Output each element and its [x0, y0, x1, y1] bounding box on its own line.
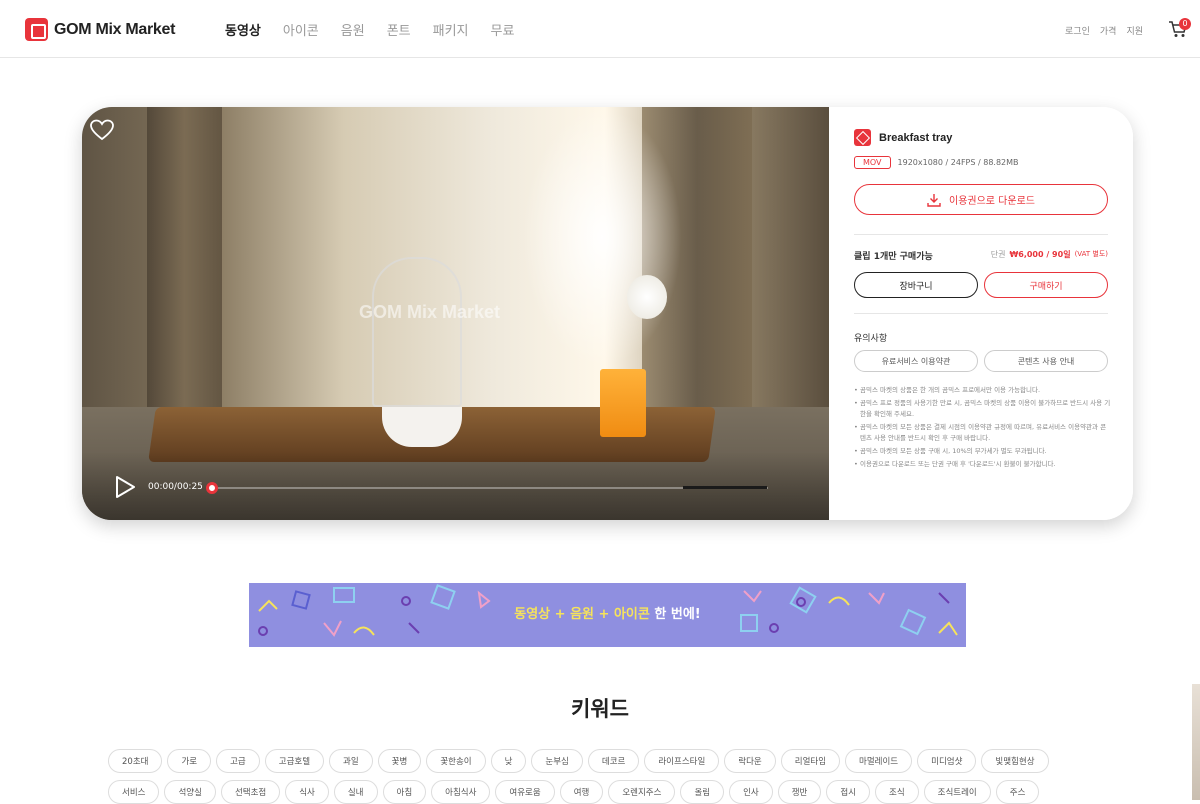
product-specs: 1920x1080 / 24FPS / 88.82MB	[897, 158, 1019, 167]
keyword-tag[interactable]: 고급호텔	[264, 749, 325, 773]
support-link[interactable]: 지원	[1126, 24, 1143, 37]
download-icon	[927, 193, 941, 207]
product-card: GOM Mix Market 00:00/00:25 Breakfast tra…	[82, 107, 1133, 520]
keyword-tag[interactable]: 락다운	[724, 749, 776, 773]
nav-item-font[interactable]: 폰트	[387, 20, 411, 39]
keyword-tag[interactable]: 꽃한송이	[426, 749, 486, 773]
keyword-tag[interactable]: 빛맺힘현상	[981, 749, 1049, 773]
keyword-tag[interactable]: 석양실	[164, 780, 216, 804]
video-watermark: GOM Mix Market	[359, 302, 501, 322]
notice-item: 이용권으로 다운로드 또는 단권 구매 후 '다운로드'시 환불이 불가합니다.	[854, 459, 1112, 470]
keyword-tag[interactable]: 식사	[285, 780, 329, 804]
keyword-tag[interactable]: 아침식사	[431, 780, 491, 804]
notice-item: 곰믹스 마켓의 모든 상품 구매 시, 10%의 부가세가 별도 부과됩니다.	[854, 446, 1112, 457]
divider	[854, 234, 1108, 235]
product-title-row: Breakfast tray	[854, 129, 952, 146]
keywords-title: 키워드	[571, 697, 629, 721]
video-frame-cake-stand	[372, 257, 462, 407]
pricing-link[interactable]: 가격	[1100, 24, 1117, 37]
add-to-cart-button[interactable]: 장바구니	[854, 272, 978, 298]
keyword-tag[interactable]: 실내	[333, 780, 378, 804]
keyword-tag[interactable]: 여유로움	[495, 780, 555, 804]
logo[interactable]: GOM Mix Market	[25, 18, 175, 41]
keyword-tag[interactable]: 아침	[382, 780, 427, 804]
logo-text: GOM Mix Market	[54, 20, 176, 38]
price-row: 단권 ₩6,000 / 90일 (VAT 별도)	[991, 249, 1108, 260]
product-info-panel: Breakfast tray MOV 1920x1080 / 24FPS / 8…	[829, 107, 1133, 520]
vat-note: (VAT 별도)	[1074, 250, 1108, 258]
volume-slider[interactable]	[683, 486, 767, 489]
login-link[interactable]: 로그인	[1065, 24, 1090, 37]
keyword-tag[interactable]: 인사	[729, 780, 773, 804]
keyword-tag[interactable]: 접시	[826, 780, 871, 804]
nav-item-music[interactable]: 음원	[341, 20, 365, 39]
notice-title: 유의사항	[854, 334, 888, 344]
keyword-tag[interactable]: 눈부심	[531, 749, 583, 773]
notice-list: 곰믹스 마켓의 상품은 한 개의 곰믹스 프로에서만 이용 가능합니다. 곰믹스…	[854, 385, 1112, 472]
keyword-tag[interactable]: 미디엄샷	[917, 749, 977, 773]
keyword-tag[interactable]: 마멀레이드	[845, 749, 913, 773]
clip-purchase-label: 클립 1개만 구매가능	[854, 252, 933, 262]
play-icon[interactable]	[114, 475, 136, 499]
price-value: ₩6,000 / 90일	[1009, 250, 1071, 259]
promo-banner-rest: 한 번에!	[649, 607, 701, 622]
video-frame-juice	[600, 369, 646, 437]
diamond-icon	[854, 129, 871, 146]
playback-time: 00:00/00:25	[148, 482, 203, 492]
nav-item-video[interactable]: 동영상	[225, 20, 261, 39]
keyword-tag[interactable]: 고급	[216, 749, 260, 773]
main-nav: 동영상 아이콘 음원 폰트 패키지 무료	[225, 20, 514, 39]
download-with-pass-button[interactable]: 이용권으로 다운로드	[854, 184, 1108, 215]
price-prefix: 단권	[990, 250, 1006, 259]
nav-item-free[interactable]: 무료	[491, 20, 515, 39]
paid-service-terms-button[interactable]: 유료서비스 이용약관	[854, 350, 978, 372]
notice-item: 곰믹스 마켓의 모든 상품은 결제 시점의 이용약관 규정에 따르며, 유료서비…	[854, 422, 1112, 444]
keyword-tag[interactable]: 주스	[995, 780, 1040, 804]
promo-banner-text: 동영상 + 음원 + 아이콘 한 번에!	[249, 583, 966, 647]
keyword-tag[interactable]: 여행	[559, 780, 604, 804]
keyword-tag[interactable]: 20초대	[108, 749, 163, 773]
keyword-tag[interactable]: 데코르	[587, 749, 640, 773]
favorite-heart-icon[interactable]	[90, 119, 114, 141]
keyword-tag[interactable]: 과일	[329, 749, 373, 773]
keyword-tag[interactable]: 가로	[167, 749, 212, 773]
notice-item: 곰믹스 마켓의 상품은 한 개의 곰믹스 프로에서만 이용 가능합니다.	[854, 385, 1112, 396]
video-player[interactable]: GOM Mix Market 00:00/00:25	[82, 107, 829, 520]
keyword-tag[interactable]: 라이프스타일	[644, 749, 720, 773]
product-meta: MOV 1920x1080 / 24FPS / 88.82MB	[854, 156, 1019, 169]
utility-links: 로그인 가격 지원	[1065, 24, 1143, 37]
next-item-thumbnail[interactable]	[1192, 684, 1200, 800]
format-badge: MOV	[854, 156, 891, 169]
keyword-tag[interactable]: 조식	[875, 780, 919, 804]
progress-handle[interactable]	[206, 482, 218, 494]
keyword-tag[interactable]: 꽃병	[377, 749, 422, 773]
video-frame-curtain-left	[147, 107, 222, 407]
keyword-tags: 20초대 가로 고급 고급호텔 과일 꽃병 꽃한송이 낮 눈부심 데코르 라이프스타일 락다운 리얼타임…	[108, 749, 1098, 804]
product-title: Breakfast tray	[879, 131, 953, 144]
divider	[854, 313, 1108, 314]
keyword-tag[interactable]: 리얼타임	[780, 749, 841, 773]
nav-item-package[interactable]: 패키지	[433, 20, 469, 39]
keyword-tag[interactable]: 오렌지주스	[608, 780, 676, 804]
logo-icon	[25, 18, 48, 41]
promo-banner-highlight: 동영상 + 음원 + 아이콘	[514, 607, 650, 622]
buy-button[interactable]: 구매하기	[984, 272, 1108, 298]
keyword-tag[interactable]: 선택초점	[220, 780, 281, 804]
content-usage-guide-button[interactable]: 콘텐츠 사용 안내	[984, 350, 1108, 372]
cart-count-badge: 0	[1179, 18, 1191, 30]
promo-banner[interactable]: 동영상 + 음원 + 아이콘 한 번에!	[249, 583, 966, 647]
keyword-tag[interactable]: 조식트레이	[923, 780, 991, 804]
nav-item-icon[interactable]: 아이콘	[283, 20, 319, 39]
keyword-tag[interactable]: 서비스	[108, 780, 160, 804]
video-frame-cup	[382, 407, 462, 447]
notice-item: 곰믹스 프로 정품의 사용기한 만료 시, 곰믹스 마켓의 상품 이용이 불가하…	[854, 398, 1112, 420]
keyword-tag[interactable]: 낮	[490, 749, 527, 773]
top-navigation-bar: GOM Mix Market 동영상 아이콘 음원 폰트 패키지 무료 로그인 …	[0, 0, 1200, 58]
video-frame-flower	[627, 275, 667, 319]
video-frame-sunlight	[522, 107, 682, 367]
keyword-tag[interactable]: 올림	[680, 780, 725, 804]
download-button-label: 이용권으로 다운로드	[949, 196, 1035, 207]
keyword-tag[interactable]: 쟁반	[777, 780, 822, 804]
